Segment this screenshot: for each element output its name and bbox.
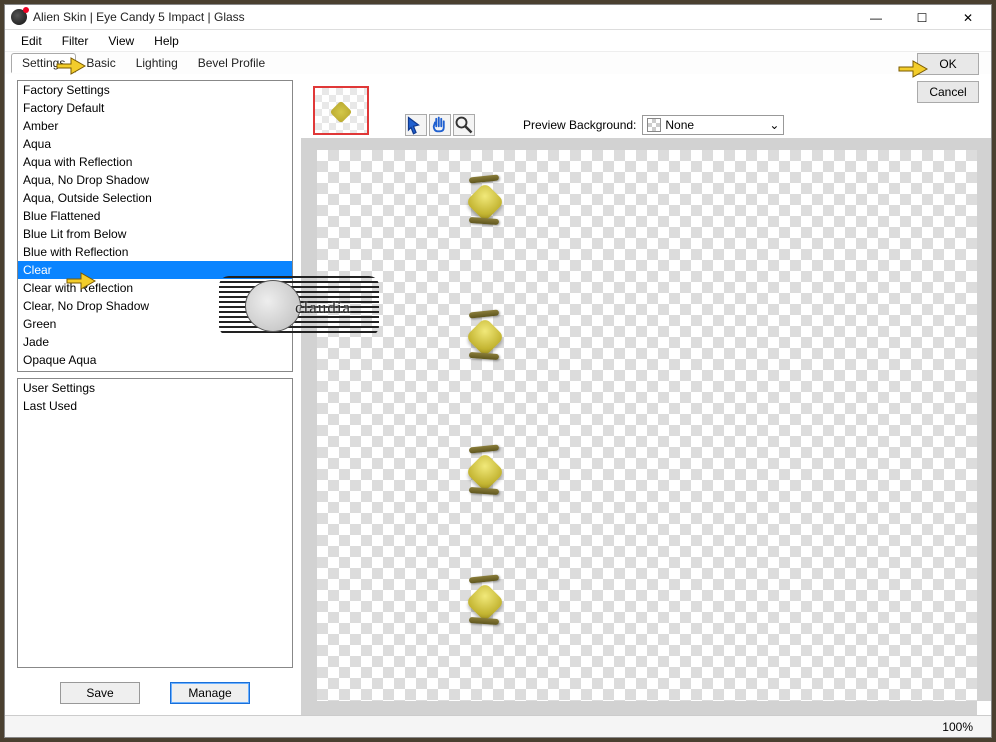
close-button[interactable]: ✕ [945,5,991,30]
preview-thumbnail[interactable] [313,86,369,135]
tutorial-pointer-ok [897,55,931,79]
user-settings-list[interactable]: User Settings Last Used [17,378,293,668]
menu-edit[interactable]: Edit [11,32,52,50]
tutorial-pointer-clear [65,267,99,291]
preview-bg-value: None [665,118,694,132]
preview-canvas-wrap [301,150,991,715]
window-title: Alien Skin | Eye Candy 5 Impact | Glass [33,10,245,24]
list-item[interactable]: Aqua, Outside Selection [18,189,292,207]
tool-pointer-icon[interactable] [405,114,427,136]
list-item[interactable]: Blue with Reflection [18,243,292,261]
canvas-left-gutter [301,150,317,715]
menu-bar: Edit Filter View Help [5,30,991,52]
preview-panel: Preview Background: None ⌄ [301,74,991,715]
canvas-vscrollbar[interactable] [977,150,991,701]
status-bar: 100% [5,715,991,737]
preview-canvas[interactable] [317,150,977,701]
list-item[interactable]: Clear [18,261,292,279]
minimize-button[interactable]: — [853,5,899,30]
chevron-down-icon: ⌄ [769,118,779,132]
tutorial-pointer-settings [55,52,89,76]
tab-lighting[interactable]: Lighting [126,54,188,72]
list-item[interactable]: Aqua, No Drop Shadow [18,171,292,189]
tab-bevel-profile[interactable]: Bevel Profile [188,54,275,72]
menu-view[interactable]: View [98,32,144,50]
list-item[interactable]: Jade [18,333,292,351]
canvas-hscrollbar[interactable] [317,701,977,715]
list-item[interactable]: Blue Flattened [18,207,292,225]
app-icon [11,9,27,25]
preview-toolbar: Preview Background: None ⌄ [301,74,991,138]
tool-zoom-icon[interactable] [453,114,475,136]
list-item[interactable]: Aqua with Reflection [18,153,292,171]
list-item[interactable]: Blue Lit from Below [18,225,292,243]
list-item[interactable]: Factory Default [18,99,292,117]
preview-bg-label: Preview Background: [523,118,636,132]
factory-settings-heading: Factory Settings [18,81,292,99]
save-button[interactable]: Save [60,682,140,704]
tab-strip: Settings Basic Lighting Bevel Profile [5,52,991,74]
maximize-button[interactable]: ☐ [899,5,945,30]
app-window: Alien Skin | Eye Candy 5 Impact | Glass … [4,4,992,738]
factory-settings-list[interactable]: Factory Settings Factory DefaultAmberAqu… [17,80,293,372]
toolbar-separator [301,138,991,150]
menu-filter[interactable]: Filter [52,32,99,50]
list-item[interactable]: Aqua [18,135,292,153]
list-item[interactable]: Amber [18,117,292,135]
list-item[interactable]: Clear with Reflection [18,279,292,297]
list-item[interactable]: Opaque Aqua [18,351,292,369]
content-area: Factory Settings Factory DefaultAmberAqu… [5,74,991,715]
title-bar: Alien Skin | Eye Candy 5 Impact | Glass … [5,5,991,30]
settings-panel: Factory Settings Factory DefaultAmberAqu… [5,74,301,715]
list-item[interactable]: Green [18,315,292,333]
menu-help[interactable]: Help [144,32,189,50]
manage-button[interactable]: Manage [170,682,250,704]
tool-hand-icon[interactable] [429,114,451,136]
zoom-level: 100% [942,720,973,734]
user-settings-heading: User Settings [18,379,292,397]
preview-bg-swatch-icon [647,118,661,132]
preview-bg-select[interactable]: None ⌄ [642,115,784,135]
list-item[interactable]: Last Used [18,397,292,415]
list-item[interactable]: Clear, No Drop Shadow [18,297,292,315]
